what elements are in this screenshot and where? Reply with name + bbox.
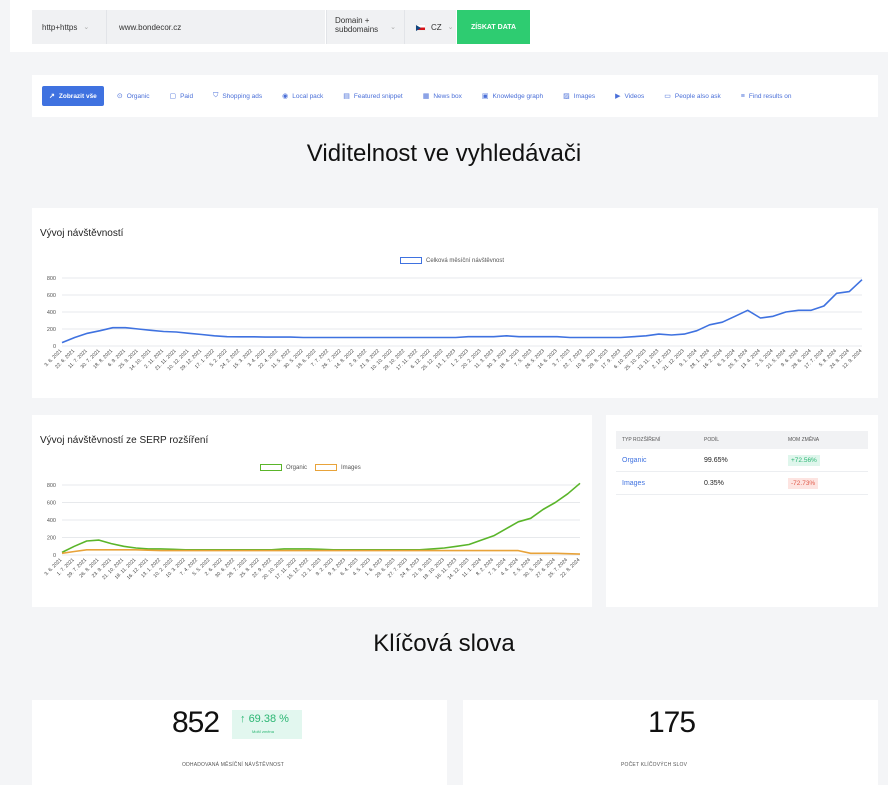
filter-label: Images [573, 92, 596, 100]
filter-icon: ⊙ [116, 93, 123, 100]
series-line-organic [61, 482, 581, 554]
serp-feature-filter-bar: ↗ Zobrazit vše ⊙ Organic ▢ Paid ⛉ Shopping ads ◉… [32, 75, 878, 117]
filter-icon: ▭ [664, 93, 671, 100]
y-tick-label: 200 [47, 327, 56, 333]
filter-label: Videos [624, 92, 645, 100]
series-line-images [61, 549, 581, 555]
filter-chip[interactable]: ▦ News box [416, 86, 469, 106]
traffic-line-chart: 02004006008003. 6. 202122. 6. 202111. 7.… [43, 276, 863, 372]
y-tick-label: 200 [47, 536, 56, 542]
czech-flag-icon [415, 23, 426, 31]
y-tick-label: 400 [47, 310, 56, 316]
keywords-count-label: POČET KLÍČOVÝCH SLOV [621, 762, 688, 768]
table-row: Organic 99.65% +72.56% [616, 449, 868, 472]
keywords-heading: Klíčová slova [373, 630, 515, 657]
filter-chip[interactable]: ⊙ Organic [110, 86, 157, 106]
table-row: Images 0.35% -72.73% [616, 472, 868, 495]
visits-change-label: MoM změna [252, 729, 275, 734]
filter-icon: ≡ [740, 92, 745, 100]
filter-icon: ▨ [563, 93, 570, 100]
filter-label: Find results on [748, 92, 792, 100]
filter-chip[interactable]: ▨ Images [556, 86, 602, 106]
country-select[interactable]: CZ ⌄ [404, 10, 456, 44]
serp-chart-card: Vývoj návštěvností ze SERP rozšíření Org… [32, 415, 592, 607]
header-type: TYP ROZŠÍŘENÍ [622, 437, 661, 443]
header-share: PODÍL [704, 437, 720, 443]
y-tick-label: 800 [47, 276, 56, 282]
filter-icon: ▦ [422, 93, 430, 100]
chevron-down-icon: ⌄ [390, 24, 396, 31]
visibility-heading: Viditelnost ve vyhledávači [306, 140, 582, 167]
country-value: CZ [431, 22, 442, 32]
chevron-down-icon: ⌄ [447, 24, 454, 31]
visits-label: ODHADOVANÁ MĚSÍČNÍ NÁVŠTĚVNOST [182, 762, 285, 768]
y-tick-label: 800 [47, 483, 56, 489]
filter-label: News box [433, 92, 462, 100]
filter-icon: ⛉ [213, 92, 219, 99]
y-tick-label: 0 [53, 344, 56, 350]
keywords-count-value: 175 [648, 706, 696, 739]
chevron-down-icon: ⌄ [83, 24, 90, 31]
filter-chip[interactable]: ▢ Paid [162, 86, 200, 106]
row-type-link[interactable]: Images [616, 480, 700, 487]
serp-line-chart: 02004006008003. 6. 20211. 7. 202129. 7. … [43, 482, 582, 581]
filter-label: Shopping ads [222, 92, 263, 100]
filter-label: People also ask [674, 92, 721, 100]
filter-label: Featured snippet [353, 92, 403, 100]
row-share: 99.65% [704, 456, 728, 464]
domain-input[interactable]: www.bondecor.cz [107, 10, 325, 44]
filter-chip[interactable]: ◉ Local pack [275, 86, 330, 106]
filter-icon: ▤ [343, 93, 350, 100]
filter-chip[interactable]: ↗ Zobrazit vše [42, 86, 104, 106]
filter-icon: ↗ [49, 93, 55, 100]
filter-icon: ▶ [615, 93, 621, 100]
filter-label: Zobrazit vše [58, 92, 97, 100]
change-badge: -72.73% [788, 477, 819, 489]
header-change: MOM ZMĚNA [788, 437, 820, 443]
series-line-celkov-m-s-n-n-v-t-vnost [61, 279, 863, 344]
row-type-link[interactable]: Organic [616, 457, 700, 464]
filter-label: Paid [180, 92, 194, 100]
serp-table-card: TYP ROZŠÍŘENÍ PODÍL MOM ZMĚNA Organic 99… [606, 415, 878, 607]
filter-chip[interactable]: ▶ Videos [608, 86, 651, 106]
arrow-up-icon: ↑ [240, 713, 249, 725]
visits-value: 852 [172, 706, 220, 739]
y-tick-label: 0 [53, 553, 56, 559]
filter-chip[interactable]: ⛉ Shopping ads [206, 86, 269, 106]
table-header: TYP ROZŠÍŘENÍ PODÍL MOM ZMĚNA [616, 431, 868, 449]
get-data-button[interactable]: ZÍSKAT DATA [457, 10, 530, 44]
scope-select[interactable]: Domain + subdomains ⌄ [326, 10, 404, 44]
protocol-select[interactable]: http+https ⌄ [32, 10, 107, 44]
filter-chip[interactable]: ▭ People also ask [657, 86, 728, 106]
traffic-chart-card: Vývoj návštěvností Celková měsíční návšt… [32, 208, 878, 398]
row-share: 0.35% [704, 479, 724, 487]
filter-chip[interactable]: ▤ Featured snippet [336, 86, 409, 106]
change-badge: +72.56% [788, 454, 820, 466]
filter-chip[interactable]: ▣ Knowledge graph [475, 86, 550, 106]
visits-change-badge: ↑ 69.38 % MoM změna [232, 710, 302, 739]
filter-label: Knowledge graph [492, 92, 544, 100]
y-tick-label: 400 [47, 518, 56, 524]
filter-label: Organic [126, 92, 150, 100]
filter-icon: ◉ [282, 93, 289, 100]
visits-change-value: ↑ 69.38 % [240, 713, 289, 725]
serp-table: TYP ROZŠÍŘENÍ PODÍL MOM ZMĚNA Organic 99… [616, 431, 868, 495]
protocol-value: http+https [42, 22, 78, 32]
y-tick-label: 600 [47, 501, 56, 507]
domain-value: www.bondecor.cz [119, 22, 182, 32]
y-tick-label: 600 [47, 293, 56, 299]
filter-icon: ▢ [169, 93, 177, 100]
filter-chip[interactable]: ≡ Find results on [734, 86, 799, 106]
search-bar: http+https ⌄ www.bondecor.cz Domain + su… [10, 0, 888, 52]
filter-label: Local pack [292, 92, 324, 100]
filter-icon: ▣ [481, 93, 489, 100]
